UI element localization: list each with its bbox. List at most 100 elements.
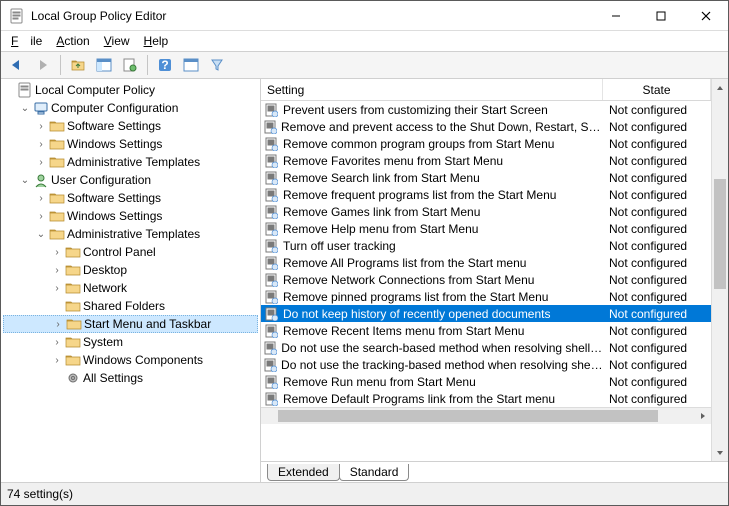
expand-icon[interactable]: ›: [51, 354, 63, 366]
policy-row[interactable]: Do not use the tracking-based method whe…: [261, 356, 711, 373]
collapse-icon[interactable]: ⌄: [19, 102, 31, 114]
policy-name: Do not use the tracking-based method whe…: [281, 358, 603, 372]
collapse-icon[interactable]: ⌄: [35, 228, 47, 240]
toolbar-separator: [147, 55, 148, 75]
expand-icon[interactable]: ›: [35, 210, 47, 222]
policy-icon: [17, 82, 33, 98]
tree-desktop[interactable]: ›Desktop: [3, 261, 258, 279]
policy-state: Not configured: [603, 324, 711, 338]
refresh-button[interactable]: [118, 54, 142, 76]
policy-row[interactable]: Turn off user trackingNot configured: [261, 237, 711, 254]
policy-row[interactable]: Remove frequent programs list from the S…: [261, 186, 711, 203]
collapse-icon[interactable]: ⌄: [19, 174, 31, 186]
list-rows[interactable]: Prevent users from customizing their Sta…: [261, 101, 711, 407]
policy-state: Not configured: [603, 103, 711, 117]
tree-all-settings[interactable]: All Settings: [3, 369, 258, 387]
tree-system[interactable]: ›System: [3, 333, 258, 351]
policy-state: Not configured: [603, 205, 711, 219]
policy-name: Prevent users from customizing their Sta…: [283, 103, 548, 117]
up-button[interactable]: [66, 54, 90, 76]
back-button[interactable]: [5, 54, 29, 76]
menu-file[interactable]: Fdocument.currentScript.previousElementS…: [5, 33, 48, 49]
expand-icon[interactable]: ›: [51, 246, 63, 258]
tree-label: Start Menu and Taskbar: [84, 317, 211, 331]
tree-network[interactable]: ›Network: [3, 279, 258, 297]
policy-state: Not configured: [603, 256, 711, 270]
policy-setting-icon: [263, 221, 279, 237]
scroll-right-arrow[interactable]: [694, 408, 711, 424]
horizontal-scrollbar[interactable]: [261, 407, 711, 424]
policy-setting-icon: [263, 272, 279, 288]
forward-button[interactable]: [31, 54, 55, 76]
expand-icon[interactable]: ›: [51, 264, 63, 276]
policy-row[interactable]: Prevent users from customizing their Sta…: [261, 101, 711, 118]
tree-root[interactable]: Local Computer Policy: [3, 81, 258, 99]
expand-icon[interactable]: ›: [35, 120, 47, 132]
vertical-scrollbar[interactable]: [711, 79, 728, 461]
policy-row[interactable]: Do not use the search-based method when …: [261, 339, 711, 356]
maximize-button[interactable]: [638, 1, 683, 30]
expand-icon[interactable]: ›: [35, 138, 47, 150]
expand-icon[interactable]: ›: [51, 336, 63, 348]
column-setting[interactable]: Setting: [261, 79, 603, 100]
expand-icon[interactable]: ›: [35, 192, 47, 204]
tree-pane[interactable]: Local Computer Policy ⌄ Computer Configu…: [1, 79, 261, 482]
policy-name: Remove Run menu from Start Menu: [283, 375, 476, 389]
tree-uc-software[interactable]: ›Software Settings: [3, 189, 258, 207]
tree-computer-config[interactable]: ⌄ Computer Configuration: [3, 99, 258, 117]
menu-action[interactable]: Action: [50, 33, 95, 49]
policy-row[interactable]: Remove Run menu from Start Menu Not confi…: [261, 373, 711, 390]
close-button[interactable]: [683, 1, 728, 30]
tree-windows-components[interactable]: ›Windows Components: [3, 351, 258, 369]
policy-name: Do not keep history of recently opened d…: [283, 307, 551, 321]
show-hide-tree-button[interactable]: [92, 54, 116, 76]
scroll-up-arrow[interactable]: [712, 79, 728, 96]
policy-row[interactable]: Remove and prevent access to the Shut Do…: [261, 118, 711, 135]
policy-row[interactable]: Remove common program groups from Start …: [261, 135, 711, 152]
tree-label: Software Settings: [67, 119, 161, 133]
tree-uc-windows[interactable]: ›Windows Settings: [3, 207, 258, 225]
policy-name: Remove pinned programs list from the Sta…: [283, 290, 548, 304]
expand-icon[interactable]: ›: [52, 318, 64, 330]
menu-view[interactable]: View: [98, 33, 136, 49]
scroll-thumb[interactable]: [714, 179, 726, 289]
expand-icon[interactable]: ›: [35, 156, 47, 168]
help-button[interactable]: ?: [153, 54, 177, 76]
policy-row[interactable]: Remove Help menu from Start MenuNot conf…: [261, 220, 711, 237]
policy-state: Not configured: [603, 307, 711, 321]
policy-row[interactable]: Remove Favorites menu from Start MenuNot…: [261, 152, 711, 169]
policy-state: Not configured: [603, 120, 711, 134]
policy-row[interactable]: Remove Network Connections from Start Me…: [261, 271, 711, 288]
tree-uc-admtemplates[interactable]: ⌄Administrative Templates: [3, 225, 258, 243]
policy-row[interactable]: Remove Search link from Start MenuNot co…: [261, 169, 711, 186]
policy-row[interactable]: Remove Games link from Start MenuNot con…: [261, 203, 711, 220]
filter-button[interactable]: [205, 54, 229, 76]
tab-extended[interactable]: Extended: [267, 464, 340, 481]
policy-row[interactable]: Remove Recent Items menu from Start Menu…: [261, 322, 711, 339]
column-state[interactable]: State: [603, 79, 711, 100]
policy-setting-icon: [263, 357, 277, 373]
scroll-down-arrow[interactable]: [712, 444, 728, 461]
policy-row[interactable]: Do not keep history of recently opened d…: [261, 305, 711, 322]
menu-help[interactable]: Help: [138, 33, 175, 49]
tree-user-config[interactable]: ⌄ User Configuration: [3, 171, 258, 189]
policy-row[interactable]: Remove pinned programs list from the Sta…: [261, 288, 711, 305]
tree-control-panel[interactable]: ›Control Panel: [3, 243, 258, 261]
minimize-button[interactable]: [593, 1, 638, 30]
policy-row[interactable]: Remove Default Programs link from the St…: [261, 390, 711, 407]
policy-state: Not configured: [603, 375, 711, 389]
tree-cc-windows[interactable]: ›Windows Settings: [3, 135, 258, 153]
user-icon: [33, 172, 49, 188]
expand-icon[interactable]: ›: [51, 282, 63, 294]
policy-row[interactable]: Remove All Programs list from the Start …: [261, 254, 711, 271]
properties-button[interactable]: [179, 54, 203, 76]
scroll-thumb[interactable]: [278, 410, 658, 422]
tab-standard[interactable]: Standard: [339, 464, 410, 481]
tree-cc-software[interactable]: › Software Settings: [3, 117, 258, 135]
policy-name: Remove Favorites menu from Start Menu: [283, 154, 503, 168]
settings-icon: [65, 370, 81, 386]
tree-start-menu-taskbar[interactable]: › Start Menu and Taskbar: [3, 315, 258, 333]
tree-shared-folders[interactable]: Shared Folders: [3, 297, 258, 315]
twist-icon[interactable]: [3, 84, 15, 96]
tree-cc-admtemplates[interactable]: ›Administrative Templates: [3, 153, 258, 171]
